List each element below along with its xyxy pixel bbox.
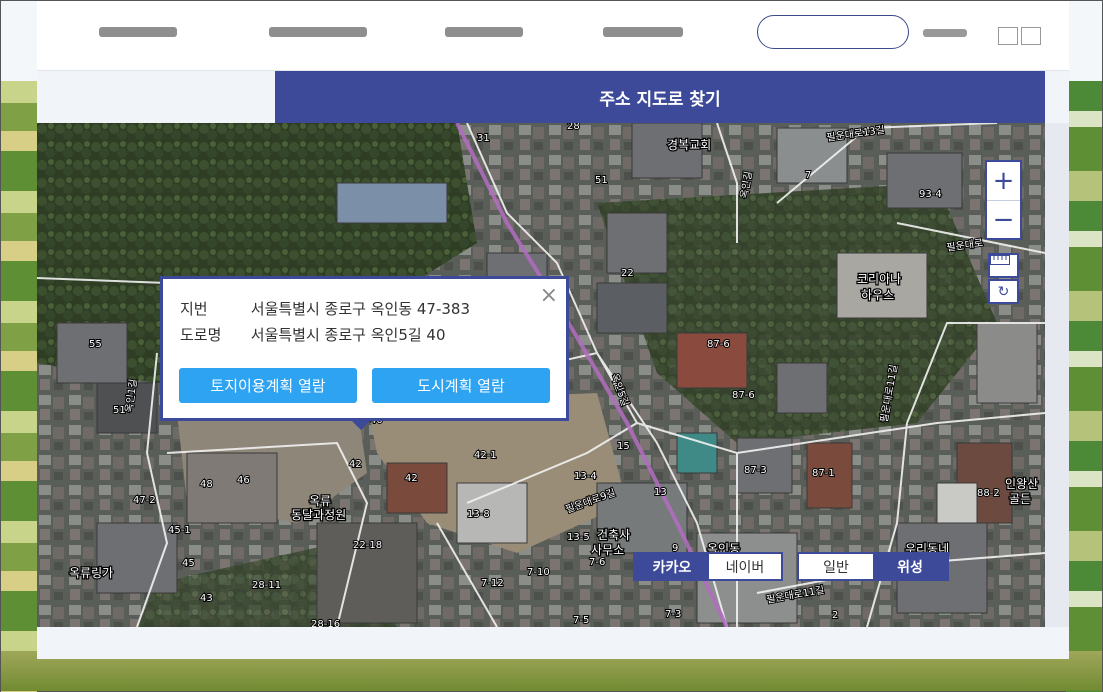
road-address-label: 도로명 <box>180 326 222 344</box>
ruler-button[interactable] <box>988 253 1019 278</box>
svg-text:45-1: 45-1 <box>168 525 191 536</box>
nav-item-cropped[interactable] <box>99 27 177 37</box>
map-panel: 주소 지도로 찾기 31 28 51 22 7 93-4 55 51 42-1 … <box>37 71 1069 659</box>
provider-kakao[interactable]: 카카오 <box>635 554 709 579</box>
reset-icon: ↻ <box>997 283 1010 300</box>
map-provider-toggle: 카카오 네이버 <box>633 552 783 581</box>
background-fields-left <box>1 81 37 692</box>
svg-text:51: 51 <box>595 175 608 186</box>
svg-text:93-4: 93-4 <box>919 189 942 200</box>
svg-text:87-6: 87-6 <box>707 339 730 350</box>
map-side-gutter <box>1045 123 1069 627</box>
svg-text:15: 15 <box>617 441 630 452</box>
svg-text:경복교회: 경복교회 <box>667 138 711 152</box>
font-size-button[interactable] <box>1021 27 1041 45</box>
svg-text:46: 46 <box>237 475 250 486</box>
close-icon[interactable]: × <box>540 285 558 307</box>
nav-item-cropped[interactable] <box>603 27 683 37</box>
map-type-toggle: 일반 위성 <box>797 552 949 581</box>
zoom-control: + − <box>985 160 1022 240</box>
svg-text:사무소: 사무소 <box>591 543 624 557</box>
svg-text:7-6: 7-6 <box>589 557 605 568</box>
svg-text:28: 28 <box>567 123 580 132</box>
land-use-plan-button[interactable]: 토지이용계획 열람 <box>179 368 357 403</box>
background-fields-right <box>1066 81 1102 692</box>
road-address: 서울특별시 종로구 옥인5길 40 <box>250 326 446 344</box>
svg-text:7-12: 7-12 <box>481 578 504 589</box>
satellite-map[interactable]: 31 28 51 22 7 93-4 55 51 40 42-1 42 42 4… <box>37 123 1045 627</box>
svg-text:옥류링가: 옥류링가 <box>69 566 113 580</box>
svg-text:7-5: 7-5 <box>573 615 589 626</box>
svg-text:87-1: 87-1 <box>812 468 835 479</box>
jibun-label: 지번 <box>180 300 208 318</box>
svg-text:동달과정원: 동달과정원 <box>291 508 346 522</box>
provider-naver[interactable]: 네이버 <box>709 554 781 579</box>
svg-text:42-1: 42-1 <box>474 450 497 461</box>
reset-button[interactable]: ↻ <box>988 279 1019 304</box>
svg-text:43: 43 <box>200 593 213 604</box>
svg-text:옥류: 옥류 <box>309 494 331 508</box>
site-header <box>37 1 1069 71</box>
svg-text:7-10: 7-10 <box>527 567 550 578</box>
header-pill-button[interactable] <box>757 15 909 49</box>
svg-text:코리아나: 코리아나 <box>857 272 901 286</box>
header-link-cropped[interactable] <box>923 29 967 37</box>
svg-text:42: 42 <box>349 459 362 470</box>
svg-text:13-8: 13-8 <box>467 509 490 520</box>
address-popup: × 지번 서울특별시 종로구 옥인동 47-383 도로명 서울특별시 종로구 … <box>160 276 569 430</box>
svg-text:22-18: 22-18 <box>353 540 382 551</box>
svg-text:55: 55 <box>89 339 102 350</box>
svg-text:7: 7 <box>805 170 811 181</box>
svg-text:2: 2 <box>832 610 838 621</box>
svg-text:13-5: 13-5 <box>567 532 590 543</box>
urban-plan-button[interactable]: 도시계획 열람 <box>372 368 550 403</box>
svg-text:87-6: 87-6 <box>732 390 755 401</box>
panel-title: 주소 지도로 찾기 <box>275 71 1045 123</box>
svg-text:31: 31 <box>477 133 490 144</box>
svg-text:7-3: 7-3 <box>665 609 681 620</box>
svg-text:87-3: 87-3 <box>744 465 767 476</box>
svg-text:88-2: 88-2 <box>977 488 1000 499</box>
maptype-normal[interactable]: 일반 <box>799 554 873 579</box>
svg-text:47-2: 47-2 <box>133 495 156 506</box>
font-size-button[interactable] <box>998 27 1018 45</box>
svg-text:28-11: 28-11 <box>252 580 281 591</box>
svg-text:22: 22 <box>621 268 634 279</box>
maptype-satellite[interactable]: 위성 <box>873 554 947 579</box>
svg-text:하우스: 하우스 <box>861 288 894 302</box>
jibun-row: 지번 서울특별시 종로구 옥인동 47-383 <box>180 298 470 319</box>
svg-text:13: 13 <box>654 487 667 498</box>
svg-text:13-4: 13-4 <box>574 471 597 482</box>
svg-text:건축사: 건축사 <box>597 528 630 542</box>
svg-text:인왕산: 인왕산 <box>1005 477 1038 491</box>
zoom-out-button[interactable]: − <box>987 200 1020 238</box>
road-address-row: 도로명 서울특별시 종로구 옥인5길 40 <box>180 324 446 345</box>
svg-text:28-16: 28-16 <box>311 619 340 627</box>
ruler-icon <box>990 255 1010 265</box>
nav-item-cropped[interactable] <box>269 27 367 37</box>
nav-item-cropped[interactable] <box>445 27 523 37</box>
svg-text:42: 42 <box>405 473 418 484</box>
svg-text:48: 48 <box>200 479 213 490</box>
zoom-in-button[interactable]: + <box>987 162 1020 200</box>
svg-text:골든: 골든 <box>1009 492 1031 506</box>
svg-text:45: 45 <box>182 558 195 569</box>
jibun-address: 서울특별시 종로구 옥인동 47-383 <box>250 300 471 318</box>
